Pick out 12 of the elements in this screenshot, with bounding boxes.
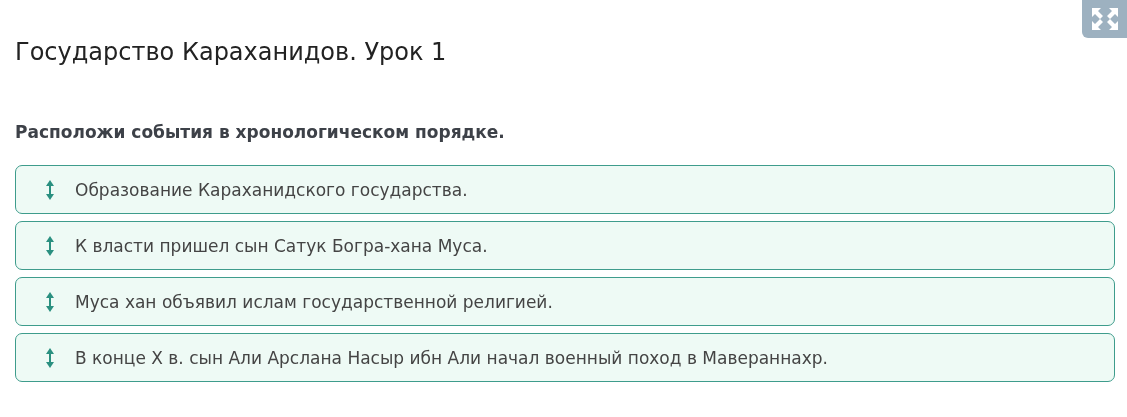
draggable-answer[interactable]: В конце X в. сын Али Арслана Насыр ибн Али начал военный поход в Мавераннахр. [15,333,1115,382]
lesson-title: Государство Караханидов. Урок 1 [15,37,448,68]
vertical-arrows-icon [45,346,55,369]
fullscreen-button[interactable] [1082,0,1127,38]
vertical-arrows-icon [45,290,55,313]
vertical-arrows-icon [45,178,55,201]
draggable-answer[interactable]: К власти пришел сын Сатук Богра-хана Муса. [15,221,1115,270]
draggable-answer[interactable]: Образование Караханидского государства. [15,165,1115,214]
draggable-answer[interactable]: Муса хан объявил ислам государственной религией. [15,277,1115,326]
vertical-arrows-icon [45,234,55,257]
expand-icon [1089,6,1120,32]
question-text: Расположи события в хронологическом порядке. [15,121,506,144]
